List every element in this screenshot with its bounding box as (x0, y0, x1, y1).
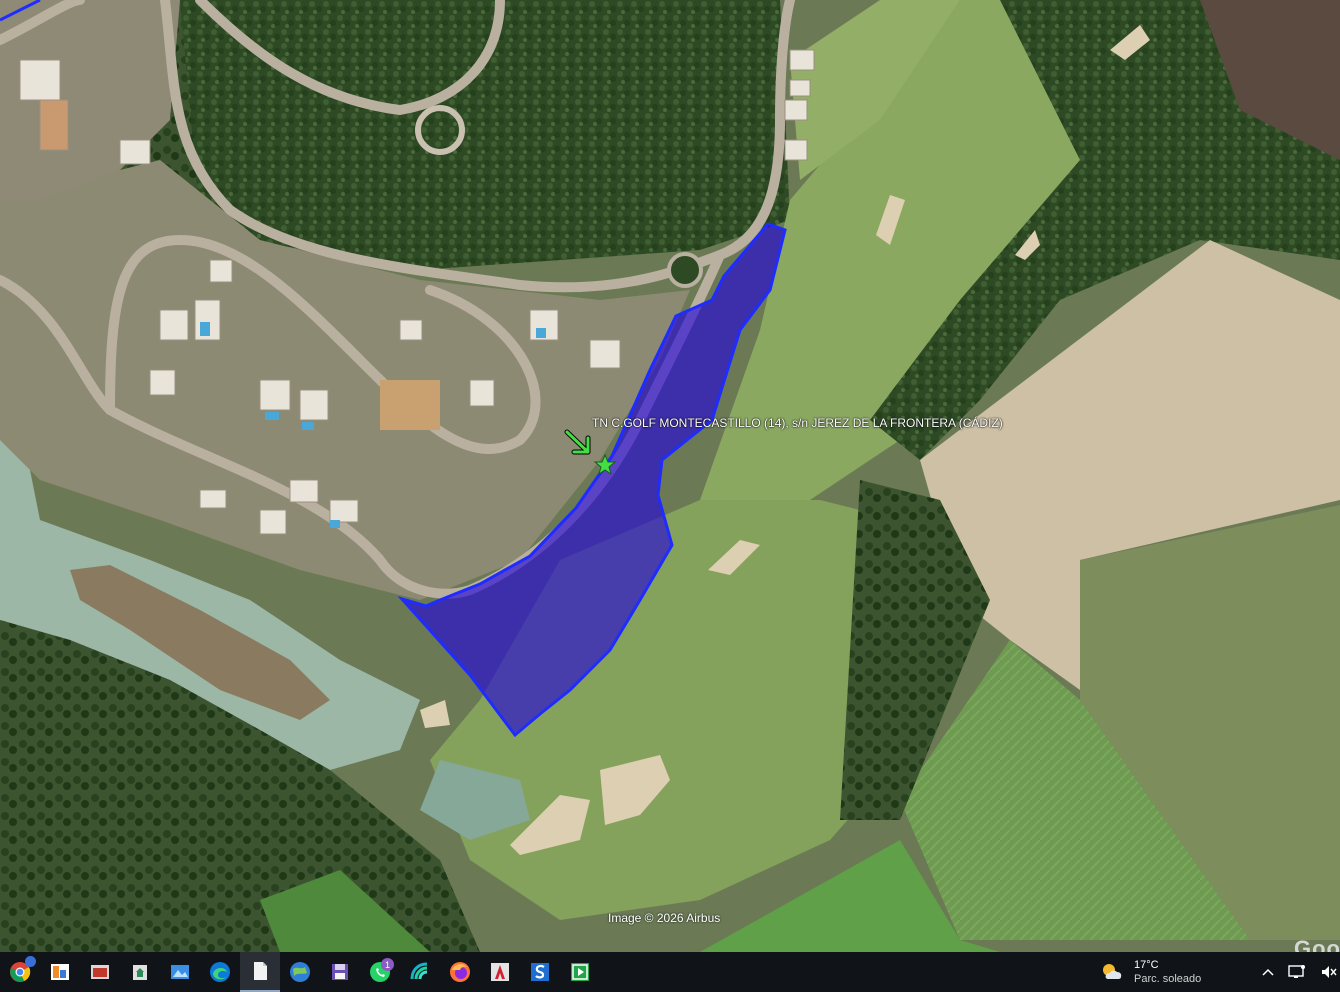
snipping-tool-icon[interactable] (80, 952, 120, 992)
taskbar: 1 17°C Parc. soleado (0, 952, 1340, 992)
weather-widget[interactable]: 17°C Parc. soleado (1100, 952, 1201, 992)
recycle-icon[interactable] (120, 952, 160, 992)
satellite-map[interactable]: TN C.GOLF MONTECASTILLO (14), s/n JEREZ … (0, 0, 1340, 952)
chevron-up-icon[interactable] (1262, 967, 1274, 977)
chrome-icon[interactable] (0, 952, 40, 992)
weather-temperature: 17°C (1134, 959, 1159, 971)
document-icon[interactable] (240, 952, 280, 992)
save-disk-icon[interactable] (320, 952, 360, 992)
network-icon[interactable] (1288, 964, 1306, 980)
media-player-icon[interactable] (560, 952, 600, 992)
edge-icon[interactable] (200, 952, 240, 992)
whatsapp-icon[interactable]: 1 (360, 952, 400, 992)
photos-icon[interactable] (40, 952, 80, 992)
google-earth-icon[interactable] (280, 952, 320, 992)
chrome-profile-badge (25, 956, 36, 967)
weather-condition: Parc. soleado (1134, 973, 1202, 985)
firefox-icon[interactable] (440, 952, 480, 992)
s-app-icon[interactable] (520, 952, 560, 992)
system-tray (1262, 952, 1338, 992)
autocad-icon[interactable] (480, 952, 520, 992)
partly-sunny-icon (1103, 964, 1122, 979)
volume-muted-icon[interactable] (1320, 964, 1338, 980)
imagery-attribution: Image © 2026 Airbus (608, 911, 721, 925)
map-imagery (0, 0, 1340, 952)
placemark-label: TN C.GOLF MONTECASTILLO (14), s/n JEREZ … (592, 416, 1003, 430)
google-logo: Goo (1294, 936, 1340, 952)
whatsapp-unread-badge: 1 (381, 958, 394, 971)
signal-icon[interactable] (400, 952, 440, 992)
image-viewer-icon[interactable] (160, 952, 200, 992)
